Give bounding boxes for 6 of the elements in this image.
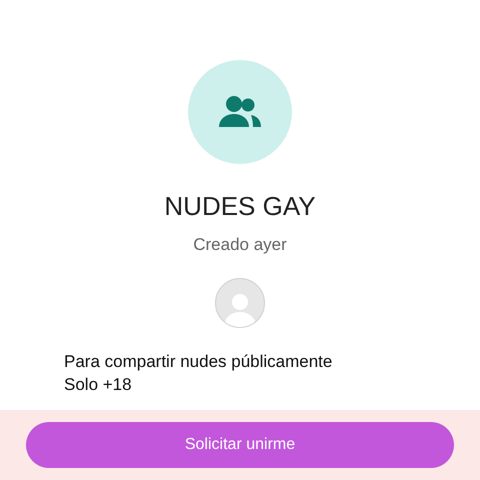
creation-date: Creado ayer bbox=[193, 234, 287, 256]
description-line: Solo +18 bbox=[64, 374, 133, 396]
group-name: NUDES GAY bbox=[164, 190, 316, 222]
join-button[interactable]: Solicitar unirme bbox=[26, 422, 454, 468]
description-line: Para compartir nudes públicamente bbox=[64, 350, 334, 372]
group-icon bbox=[217, 95, 263, 129]
